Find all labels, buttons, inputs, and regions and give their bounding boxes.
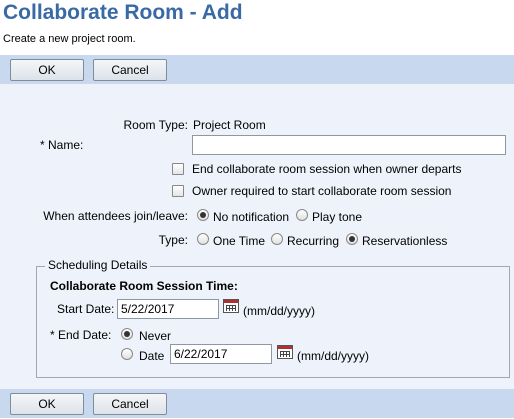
calendar-icon[interactable] bbox=[223, 299, 239, 313]
start-date-input[interactable] bbox=[117, 299, 219, 319]
end-date-radio[interactable] bbox=[121, 348, 133, 360]
never-radio[interactable] bbox=[121, 328, 133, 340]
no-notification-label: No notification bbox=[213, 210, 290, 224]
bottom-toolbar: OK Cancel bbox=[0, 389, 514, 418]
ok-button[interactable]: OK bbox=[10, 59, 84, 81]
date-label: Date bbox=[139, 349, 165, 363]
ok-button[interactable]: OK bbox=[10, 393, 84, 415]
end-session-label: End collaborate room session when owner … bbox=[192, 162, 462, 176]
play-tone-radio[interactable] bbox=[296, 209, 308, 221]
reservationless-label: Reservationless bbox=[362, 234, 448, 248]
end-date-input[interactable] bbox=[170, 344, 272, 364]
recurring-radio[interactable] bbox=[271, 233, 283, 245]
recurring-label: Recurring bbox=[287, 234, 340, 248]
page-subtitle: Create a new project room. bbox=[3, 33, 136, 45]
type-label: Type: bbox=[158, 233, 188, 247]
scheduling-legend: Scheduling Details bbox=[45, 258, 151, 272]
name-input[interactable] bbox=[192, 135, 506, 155]
owner-required-label: Owner required to start collaborate room… bbox=[192, 184, 452, 198]
session-time-label: Collaborate Room Session Time: bbox=[50, 279, 238, 293]
end-date-format: (mm/dd/yyyy) bbox=[297, 349, 369, 363]
one-time-radio[interactable] bbox=[197, 233, 209, 245]
room-type-value: Project Room bbox=[193, 118, 266, 132]
room-type-label: Room Type: bbox=[123, 118, 188, 132]
attendees-label: When attendees join/leave: bbox=[43, 209, 188, 223]
cancel-button[interactable]: Cancel bbox=[93, 393, 167, 415]
page-title: Collaborate Room - Add bbox=[3, 1, 243, 24]
cancel-button[interactable]: Cancel bbox=[93, 59, 167, 81]
end-session-checkbox[interactable] bbox=[172, 163, 184, 175]
start-date-label: Start Date: bbox=[57, 302, 115, 316]
no-notification-radio[interactable] bbox=[197, 209, 209, 221]
owner-required-checkbox[interactable] bbox=[172, 185, 184, 197]
never-label: Never bbox=[139, 329, 172, 343]
reservationless-radio[interactable] bbox=[346, 233, 358, 245]
calendar-icon[interactable] bbox=[277, 345, 293, 359]
top-toolbar: OK Cancel bbox=[0, 55, 514, 84]
one-time-label: One Time bbox=[213, 234, 266, 248]
start-date-format: (mm/dd/yyyy) bbox=[243, 304, 315, 318]
end-date-label: * End Date: bbox=[50, 328, 112, 342]
play-tone-label: Play tone bbox=[312, 210, 363, 224]
name-label: * Name: bbox=[40, 138, 84, 152]
